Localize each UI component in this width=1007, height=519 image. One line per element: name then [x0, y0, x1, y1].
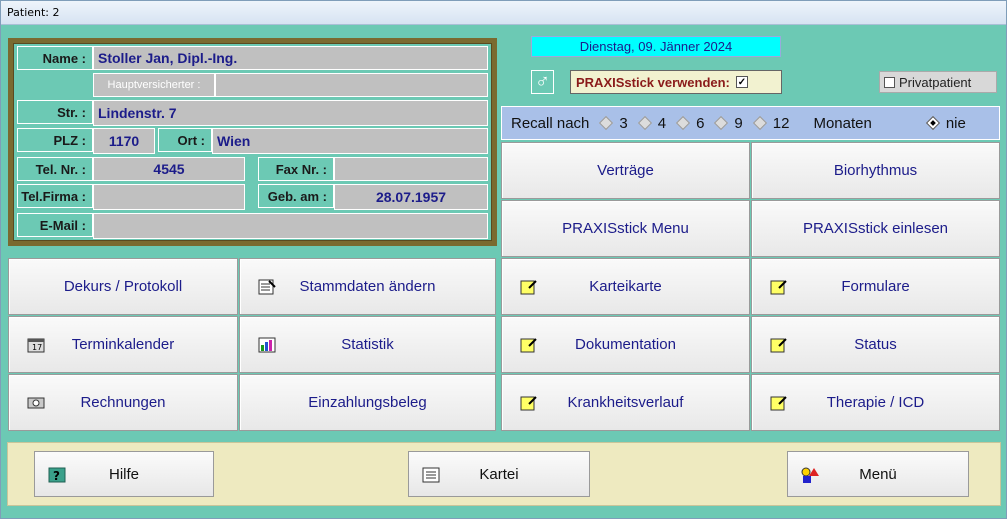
recall-option-6: 6 [696, 114, 705, 132]
stammdaten-label: Stammdaten ändern [299, 278, 436, 295]
name-field[interactable]: Stoller Jan, Dipl.-Ing. [93, 46, 488, 70]
recall-radio-4[interactable] [637, 115, 652, 131]
telfirma-field[interactable] [93, 184, 245, 210]
einzahlungsbeleg-button[interactable]: Einzahlungsbeleg [239, 374, 496, 431]
krankheitsverlauf-label: Krankheitsverlauf [567, 394, 684, 411]
note-edit-icon [520, 337, 537, 352]
recall-option-12: 12 [772, 114, 790, 132]
money-icon [27, 397, 45, 408]
rechnungen-label: Rechnungen [80, 394, 166, 411]
dokumentation-label: Dokumentation [575, 336, 676, 353]
terminkalender-button[interactable]: 17 Terminkalender [8, 316, 238, 373]
recall-radio-3[interactable] [599, 115, 614, 131]
tel-field[interactable]: 4545 [93, 157, 245, 181]
fax-label: Fax Nr. : [258, 157, 334, 181]
therapie-label: Therapie / ICD [826, 394, 925, 411]
dekurs-label: Dekurs / Protokoll [63, 278, 183, 295]
calendar-icon: 17 [27, 338, 45, 352]
svg-text:?: ? [53, 469, 60, 483]
dokumentation-button[interactable]: Dokumentation [501, 316, 750, 373]
street-label: Str. : [17, 100, 93, 124]
tel-label: Tel. Nr. : [17, 157, 93, 181]
plz-label: PLZ : [17, 128, 93, 152]
terminkalender-label: Terminkalender [71, 336, 175, 353]
plz-field[interactable]: 1170 [93, 128, 155, 154]
menue-label: Menü [859, 465, 897, 483]
hilfe-button[interactable]: ? Hilfe [34, 451, 214, 497]
recall-radio-6[interactable] [676, 115, 691, 131]
dekurs-button[interactable]: Dekurs / Protokoll [8, 258, 238, 315]
ort-label: Ort : [158, 128, 212, 152]
window-title: Patient: 2 [7, 6, 60, 19]
hauptversicherter-field[interactable] [215, 73, 488, 97]
recall-option-9: 9 [734, 114, 743, 132]
email-label: E-Mail : [17, 213, 93, 237]
patient-panel: Name : Stoller Jan, Dipl.-Ing. Hauptvers… [8, 38, 497, 246]
ort-field[interactable]: Wien [212, 128, 488, 154]
title-bar[interactable]: Patient: 2 [1, 1, 1006, 25]
note-edit-icon [770, 279, 787, 294]
recall-suffix: Monaten [813, 114, 872, 132]
statistik-label: Statistik [341, 336, 394, 353]
email-field[interactable] [93, 213, 488, 239]
recall-option-4: 4 [657, 114, 667, 132]
hauptversicherter-label: Hauptversicherter : [93, 73, 215, 97]
praxisstick-label: PRAXISstick verwenden: [576, 74, 730, 90]
therapie-button[interactable]: Therapie / ICD [751, 374, 1000, 431]
biorhythmus-button[interactable]: Biorhythmus [751, 142, 1000, 199]
edit-document-icon [258, 279, 276, 294]
stammdaten-button[interactable]: Stammdaten ändern [239, 258, 496, 315]
fax-field[interactable] [334, 157, 488, 181]
privatpatient-checkbox[interactable] [884, 76, 895, 88]
status-label: Status [854, 336, 897, 353]
svg-text:17: 17 [32, 343, 42, 352]
note-edit-icon [520, 279, 537, 294]
geb-label: Geb. am : [258, 184, 334, 208]
recall-radio-9[interactable] [714, 115, 729, 131]
note-edit-icon [770, 337, 787, 352]
street-field[interactable]: Lindenstr. 7 [93, 100, 488, 126]
privatpatient-label: Privatpatient [899, 74, 972, 90]
list-icon [422, 467, 440, 483]
karteikarte-label: Karteikarte [589, 278, 662, 295]
hilfe-label: Hilfe [108, 465, 139, 483]
privatpatient-toggle[interactable]: Privatpatient [879, 71, 997, 93]
recall-radio-nie[interactable] [925, 115, 940, 131]
recall-bar: Recall nach 3 4 6 9 12 Monaten nie [501, 106, 1000, 140]
bar-chart-icon [258, 337, 276, 352]
status-button[interactable]: Status [751, 316, 1000, 373]
shapes-icon [801, 467, 819, 483]
kartei-label: Kartei [479, 465, 519, 483]
praxisstick-toggle[interactable]: PRAXISstick verwenden: ✓ [570, 70, 782, 94]
kartei-button[interactable]: Kartei [408, 451, 590, 497]
formulare-label: Formulare [841, 278, 910, 295]
recall-option-nie: nie [945, 114, 966, 132]
rechnungen-button[interactable]: Rechnungen [8, 374, 238, 431]
formulare-button[interactable]: Formulare [751, 258, 1000, 315]
note-edit-icon [770, 395, 787, 410]
current-date: Dienstag, 09. Jänner 2024 [531, 36, 781, 57]
geb-field[interactable]: 28.07.1957 [334, 184, 488, 210]
praxisstick-checkbox[interactable]: ✓ [735, 76, 748, 88]
name-label: Name : [17, 46, 93, 70]
karteikarte-button[interactable]: Karteikarte [501, 258, 750, 315]
telfirma-label: Tel.Firma : [17, 184, 93, 208]
recall-radio-12[interactable] [752, 115, 767, 131]
recall-option-3: 3 [619, 114, 628, 132]
help-icon: ? [48, 467, 66, 483]
menue-button[interactable]: Menü [787, 451, 969, 497]
patient-window: Patient: 2 Name : Stoller Jan, Dipl.-Ing… [0, 0, 1007, 519]
bottom-toolbar: ? Hilfe Kartei Menü [7, 442, 1001, 506]
praxisstick-einlesen-button[interactable]: PRAXISstick einlesen [751, 200, 1000, 257]
recall-label: Recall nach [511, 114, 590, 132]
note-edit-icon [520, 395, 537, 410]
statistik-button[interactable]: Statistik [239, 316, 496, 373]
vertraege-button[interactable]: Verträge [501, 142, 750, 199]
male-icon[interactable]: ♂ [531, 70, 554, 94]
praxisstick-menu-button[interactable]: PRAXISstick Menu [501, 200, 750, 257]
krankheitsverlauf-button[interactable]: Krankheitsverlauf [501, 374, 750, 431]
